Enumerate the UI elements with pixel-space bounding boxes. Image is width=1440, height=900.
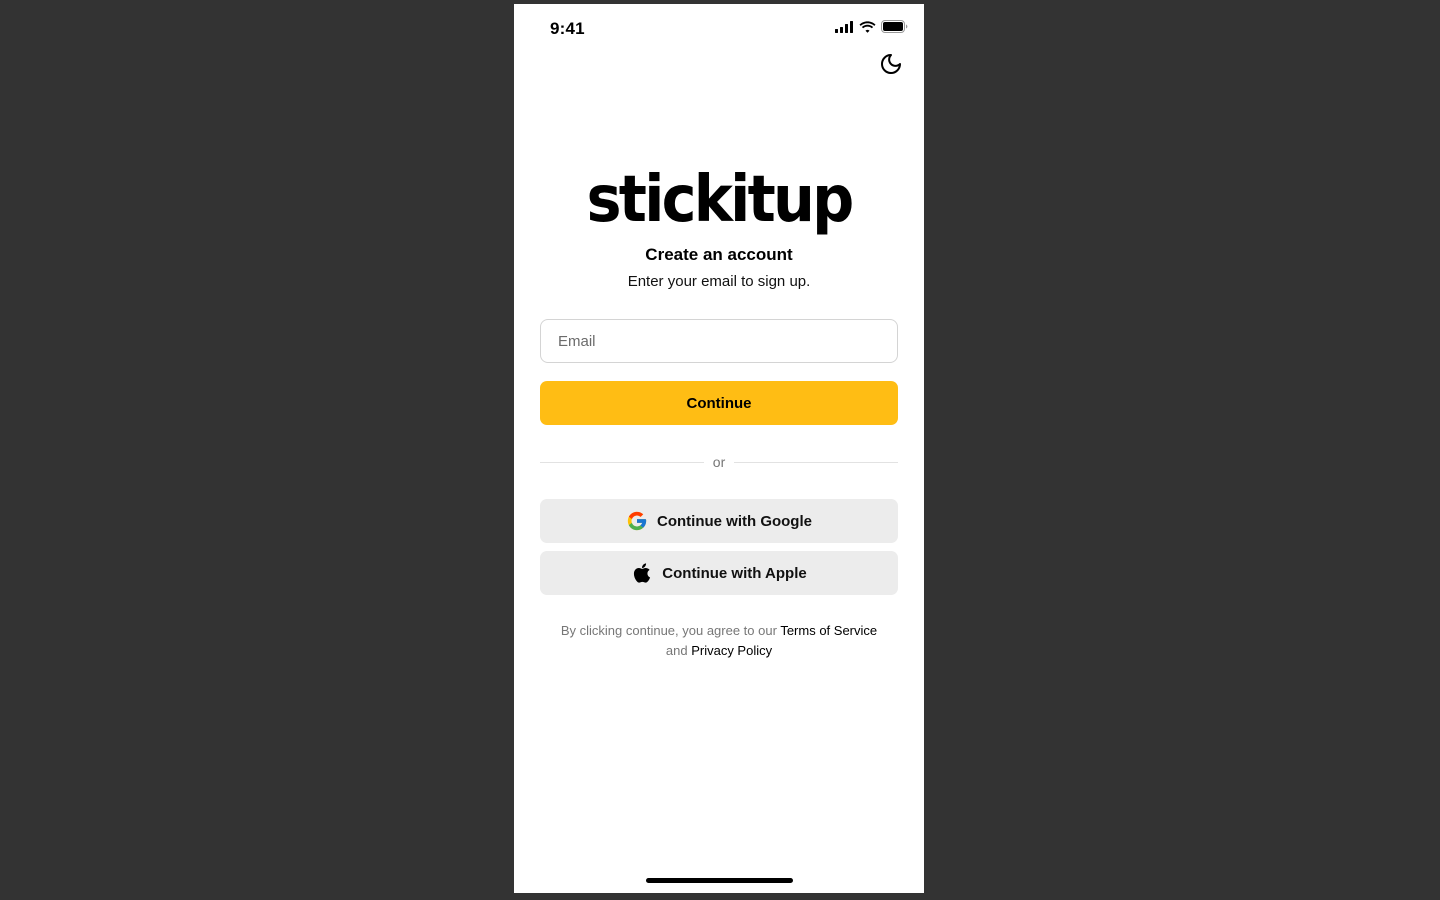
divider-label: or bbox=[712, 454, 726, 470]
battery-icon bbox=[881, 20, 908, 38]
cellular-signal-icon bbox=[835, 20, 854, 38]
wifi-icon bbox=[859, 20, 876, 38]
logo-text: stickitup bbox=[586, 163, 855, 237]
page-title: Create an account bbox=[645, 245, 793, 264]
theme-toggle-button[interactable] bbox=[878, 53, 904, 79]
status-bar: 9:41 bbox=[514, 4, 924, 54]
legal-joiner: and bbox=[665, 643, 688, 658]
apple-icon bbox=[631, 562, 653, 584]
divider-line-right bbox=[734, 461, 899, 463]
brand-logo: stickitup bbox=[514, 168, 924, 232]
continue-button[interactable]: Continue bbox=[540, 381, 898, 425]
continue-with-google-button[interactable]: Continue with Google bbox=[540, 499, 898, 543]
home-indicator[interactable] bbox=[646, 878, 793, 883]
terms-of-service-link[interactable]: Terms of Service bbox=[780, 623, 877, 638]
phone-screen: 9:41 stickitup Create an account Enter y… bbox=[514, 4, 924, 893]
divider-line-left bbox=[540, 461, 704, 463]
status-icons bbox=[835, 20, 908, 38]
email-field[interactable] bbox=[540, 319, 898, 363]
apple-button-label: Continue with Apple bbox=[662, 564, 807, 582]
google-icon bbox=[626, 510, 648, 532]
page-subtitle: Enter your email to sign up. bbox=[627, 273, 811, 290]
status-time: 9:41 bbox=[550, 19, 585, 38]
moon-icon bbox=[879, 52, 903, 81]
or-divider: or bbox=[540, 452, 899, 472]
continue-with-apple-button[interactable]: Continue with Apple bbox=[540, 551, 898, 595]
privacy-policy-link[interactable]: Privacy Policy bbox=[691, 643, 772, 658]
legal-prefix: By clicking continue, you agree to our bbox=[560, 623, 777, 638]
google-button-label: Continue with Google bbox=[657, 512, 812, 530]
legal-notice: By clicking continue, you agree to our T… bbox=[534, 621, 904, 661]
